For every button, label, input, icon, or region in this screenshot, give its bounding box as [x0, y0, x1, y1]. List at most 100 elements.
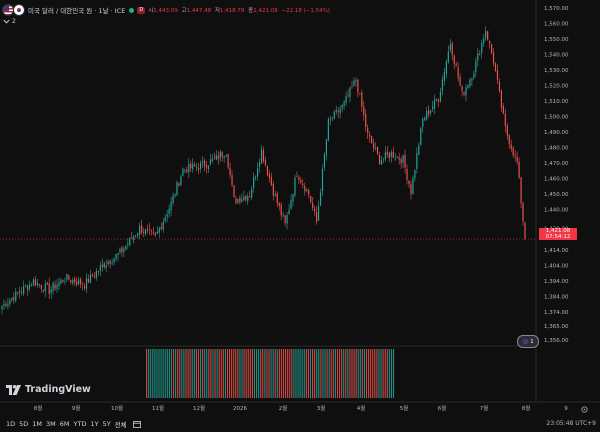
candle-body — [492, 52, 495, 64]
candle-body — [516, 156, 518, 163]
candle-body — [251, 188, 253, 198]
volume-bar — [212, 349, 214, 398]
volume-bar — [262, 349, 264, 398]
range-button-3m[interactable]: 3M — [46, 420, 56, 428]
volume-bar — [237, 349, 239, 398]
volume-bar — [206, 349, 208, 398]
volume-bar — [314, 349, 316, 398]
bottom-toolbar: 1D 5D 1M 3M 6M YTD 1Y 5Y 전체 23:05:48 UTC… — [0, 416, 600, 432]
volume-bar — [359, 349, 361, 398]
range-button-5d[interactable]: 5D — [19, 420, 28, 428]
x-axis-tick-label: 7월 — [480, 404, 489, 412]
candle-body — [50, 289, 52, 294]
range-button-5y[interactable]: 5Y — [103, 420, 111, 428]
candle-body — [290, 200, 292, 209]
candle-body — [166, 214, 168, 217]
volume-bar — [166, 349, 168, 398]
candle-body — [209, 159, 212, 165]
volume-bar — [376, 349, 378, 398]
candle-body — [357, 79, 359, 93]
candle-body — [388, 153, 390, 159]
price-chart[interactable]: 1,570.00 1,560.00 1,550.00 1,540.00 1,530.00… — [0, 0, 600, 432]
volume-bar — [384, 349, 386, 398]
candle-body — [439, 91, 442, 102]
range-button-all[interactable]: 전체 — [115, 419, 127, 429]
volume-bar — [301, 349, 303, 398]
volume-bar — [239, 349, 241, 398]
volume-bar — [202, 349, 204, 398]
settings-gear-icon[interactable] — [580, 405, 589, 414]
tradingview-logo[interactable]: TradingView — [6, 384, 91, 395]
candle-body — [384, 152, 386, 160]
candle-body — [463, 91, 465, 95]
candle-body — [19, 291, 21, 293]
volume-bar — [181, 349, 183, 398]
symbol-header[interactable]: 미국 달러 / 대한민국 원 · 1날 · ICE D 시1,443.09 고1… — [2, 4, 332, 16]
candle-body — [451, 43, 453, 56]
volume-bar — [372, 349, 374, 398]
candle-body — [225, 154, 227, 157]
candle-body — [312, 203, 314, 208]
volume-bar — [255, 349, 258, 398]
x-axis-tick-label: 9 — [564, 406, 568, 412]
candle-body — [223, 156, 225, 158]
volume-bar — [297, 349, 299, 398]
logo-text: TradingView — [25, 384, 91, 395]
volume-bar — [299, 349, 301, 398]
volume-bar — [390, 349, 392, 398]
candle-body — [255, 175, 257, 177]
candle-body — [105, 265, 107, 268]
volume-bar — [175, 349, 177, 398]
candle-body — [351, 86, 353, 87]
candle-body — [477, 53, 479, 61]
volume-bar — [351, 349, 353, 398]
candle-body — [469, 79, 471, 87]
clock-timezone[interactable]: 23:05:48 UTC+9 — [546, 416, 596, 432]
y-axis-tick-label: 1,510.00 — [544, 99, 569, 105]
candle-body — [245, 195, 247, 200]
candle-body — [160, 227, 162, 230]
kr-flag-icon — [13, 4, 25, 16]
range-button-1y[interactable]: 1Y — [90, 420, 98, 428]
volume-bar — [189, 349, 191, 398]
candle-body — [48, 283, 50, 294]
candle-body — [365, 113, 367, 127]
candle-body — [489, 40, 491, 44]
candle-body — [205, 165, 208, 168]
ohlc-change-value: −22.18 (−1.54%) — [281, 8, 330, 14]
volume-bar — [343, 349, 345, 398]
y-axis-tick-label: 1,394.00 — [544, 279, 569, 285]
y-axis-tick-label: 1,540.00 — [544, 53, 569, 59]
candle-body — [310, 195, 312, 203]
range-button-1d[interactable]: 1D — [6, 420, 15, 428]
candle-body — [343, 101, 345, 106]
volume-bar — [216, 349, 218, 398]
candle-body — [459, 77, 461, 86]
candle-body — [410, 184, 412, 195]
candle-body — [40, 284, 42, 289]
calendar-icon[interactable] — [132, 420, 141, 428]
range-button-ytd[interactable]: YTD — [74, 420, 87, 428]
candle-body — [300, 179, 302, 183]
candle-body — [78, 279, 80, 285]
candle-body — [34, 279, 37, 286]
candle-body — [353, 80, 355, 86]
candle-body — [304, 185, 306, 192]
candle-body — [213, 158, 215, 160]
candle-body — [56, 284, 58, 290]
volume-bar — [260, 349, 262, 398]
alert-badge[interactable]: 1 — [517, 335, 539, 348]
symbol-title[interactable]: 미국 달러 / 대한민국 원 · 1날 · ICE — [28, 5, 125, 15]
range-button-6m[interactable]: 6M — [60, 420, 70, 428]
y-axis-tick-label: 1,490.00 — [544, 130, 569, 136]
candle-body — [373, 143, 375, 149]
x-axis-tick-label: 5월 — [400, 404, 409, 412]
candle-body — [89, 274, 92, 283]
indicator-toggle[interactable]: 2 — [3, 18, 16, 25]
candle-body — [331, 117, 333, 119]
volume-bar — [330, 349, 332, 398]
candle-body — [479, 54, 481, 55]
range-button-1m[interactable]: 1M — [32, 420, 42, 428]
candle-body — [231, 175, 233, 185]
candle-body — [158, 228, 160, 233]
